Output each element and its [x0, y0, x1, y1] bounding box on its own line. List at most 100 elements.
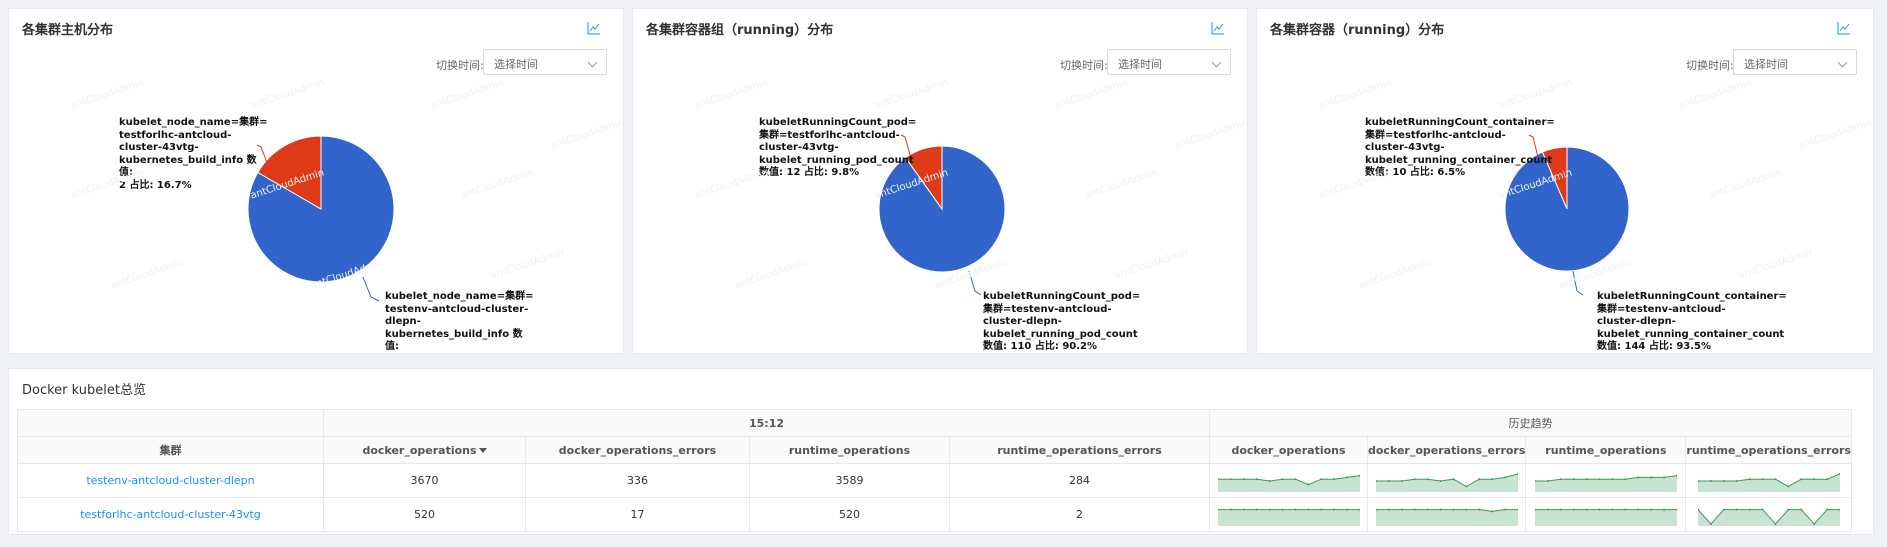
- sparkline-point: [1559, 508, 1562, 511]
- trend-runtime-operations-errors: runtime_operations_errors: [1685, 436, 1852, 464]
- sparkline-chart: [1534, 508, 1677, 526]
- trend-docker-operations: docker_operations: [1209, 436, 1368, 464]
- sparkline-point: [1735, 508, 1738, 511]
- overview-table: 15:12 历史趋势 集群 docker_operations docker_o…: [17, 409, 1852, 532]
- sparkline-cell: [1366, 497, 1527, 532]
- metric-value: 2: [949, 497, 1210, 532]
- col-docker-operations[interactable]: docker_operations: [323, 436, 526, 464]
- sparkline-point: [1268, 508, 1271, 511]
- metric-value: 336: [525, 463, 750, 498]
- sparkline-area: [1697, 473, 1840, 492]
- sparkline-point: [1268, 479, 1271, 482]
- sparkline-point: [1503, 475, 1506, 478]
- sparkline-point: [1546, 479, 1549, 482]
- sparkline-point: [1598, 477, 1601, 480]
- sparkline-point: [1242, 508, 1245, 511]
- sparkline-point: [1825, 508, 1828, 511]
- table-row: testforlhc-antcloud-cluster-43vtg 520 17 52…: [17, 497, 1852, 532]
- sparkline-point: [1452, 477, 1455, 480]
- sparkline-cell: [1525, 497, 1687, 532]
- sparkline-point: [1503, 508, 1506, 511]
- sparkline-point: [1465, 508, 1468, 511]
- sparkline-area: [1697, 509, 1840, 526]
- col-runtime-operations[interactable]: runtime_operations: [749, 436, 950, 464]
- sparkline-point: [1490, 477, 1493, 480]
- sparkline-point: [1306, 508, 1309, 511]
- sparkline-point: [1585, 477, 1588, 480]
- metric-value: 3589: [749, 463, 950, 498]
- pod-distribution-panel: 各集群容器组（running）分布 切换时间: 选择时间 kubeletRunn…: [632, 8, 1248, 354]
- sparkline-point: [1585, 508, 1588, 511]
- sparkline-point: [1637, 475, 1640, 478]
- sparkline-cell: [1209, 497, 1368, 532]
- sparkline-point: [1709, 522, 1712, 525]
- sparkline-point: [1452, 508, 1455, 511]
- sparkline-point: [1624, 508, 1627, 511]
- sparkline-point: [1559, 477, 1562, 480]
- sparkline-chart: [1697, 508, 1840, 526]
- pie-chart: [1504, 134, 1630, 296]
- sparkline-chart: [1697, 472, 1840, 492]
- pie-label-large: kubeletRunningCount_container= 集群=testen…: [1597, 291, 1787, 352]
- sparkline-point: [1387, 508, 1390, 511]
- metric-value: 3670: [323, 463, 526, 498]
- trend-docker-operations-errors: docker_operations_errors: [1366, 436, 1527, 464]
- sparkline-point: [1799, 477, 1802, 480]
- sparkline-point: [1572, 508, 1575, 511]
- sparkline-point: [1709, 479, 1712, 482]
- sparkline-cell: [1525, 463, 1687, 498]
- cluster-link[interactable]: testforlhc-antcloud-cluster-43vtg: [17, 497, 324, 532]
- sparkline-point: [1319, 477, 1322, 480]
- sparkline-cell: [1209, 463, 1368, 498]
- sparkline-point: [1637, 508, 1640, 511]
- sparkline-chart: [1534, 474, 1677, 492]
- sparkline-point: [1774, 522, 1777, 525]
- sparkline-point: [1812, 477, 1815, 480]
- pie-label-small: kubeletRunningCount_pod= 集群=testforlhc-a…: [759, 117, 917, 178]
- col-docker-operations-errors[interactable]: docker_operations_errors: [525, 436, 750, 464]
- sparkline-point: [1400, 479, 1403, 482]
- sparkline-point: [1229, 477, 1232, 480]
- metric-value: 17: [525, 497, 750, 532]
- sparkline-point: [1345, 508, 1348, 511]
- pie-label-large: kubeletRunningCount_pod= 集群=testenv-antc…: [983, 291, 1141, 352]
- sparkline-point: [1761, 477, 1764, 480]
- sparkline-point: [1799, 508, 1802, 511]
- docker-kubelet-overview-panel: Docker kubelet总览 15:12 历史趋势 集群 docker_op…: [8, 368, 1874, 535]
- sparkline-point: [1293, 477, 1296, 480]
- col-label: docker_operations: [362, 443, 477, 457]
- sparkline-point: [1598, 508, 1601, 511]
- sparkline-point: [1345, 475, 1348, 478]
- sparkline-point: [1490, 509, 1493, 512]
- sparkline-point: [1439, 479, 1442, 482]
- label-line-large: [362, 276, 380, 302]
- sparkline-point: [1413, 508, 1416, 511]
- sparkline-chart: [1375, 472, 1518, 492]
- sparkline-point: [1255, 477, 1258, 480]
- sparkline-point: [1439, 508, 1442, 511]
- sparkline-cell: [1366, 463, 1527, 498]
- sparkline-point: [1825, 477, 1828, 480]
- sparkline-point: [1332, 508, 1335, 511]
- sort-desc-icon[interactable]: [478, 448, 487, 453]
- sparkline-point: [1787, 484, 1790, 487]
- sparkline-cell: [1685, 497, 1852, 532]
- col-runtime-operations-errors[interactable]: runtime_operations_errors: [949, 436, 1210, 464]
- sparkline-point: [1722, 479, 1725, 482]
- sparkline-point: [1650, 475, 1653, 478]
- cluster-link[interactable]: testenv-antcloud-cluster-dlepn: [17, 463, 324, 498]
- sparkline-point: [1281, 477, 1284, 480]
- metric-value: 520: [323, 497, 526, 532]
- pie-label-small: kubelet_node_name=集群= testforlhc-antclou…: [119, 117, 268, 191]
- sparkline-point: [1787, 508, 1790, 511]
- history-group-header: 历史趋势: [1209, 409, 1852, 437]
- sparkline-point: [1400, 508, 1403, 511]
- pie-label-large: kubelet_node_name=集群= testenv-antcloud-c…: [385, 291, 534, 352]
- sparkline-area: [1375, 473, 1518, 492]
- cluster-header: 集群: [17, 436, 324, 464]
- sparkline-point: [1624, 477, 1627, 480]
- sparkline-area: [1534, 509, 1677, 526]
- sparkline-point: [1662, 475, 1665, 478]
- sparkline-point: [1332, 477, 1335, 480]
- sparkline-point: [1255, 508, 1258, 511]
